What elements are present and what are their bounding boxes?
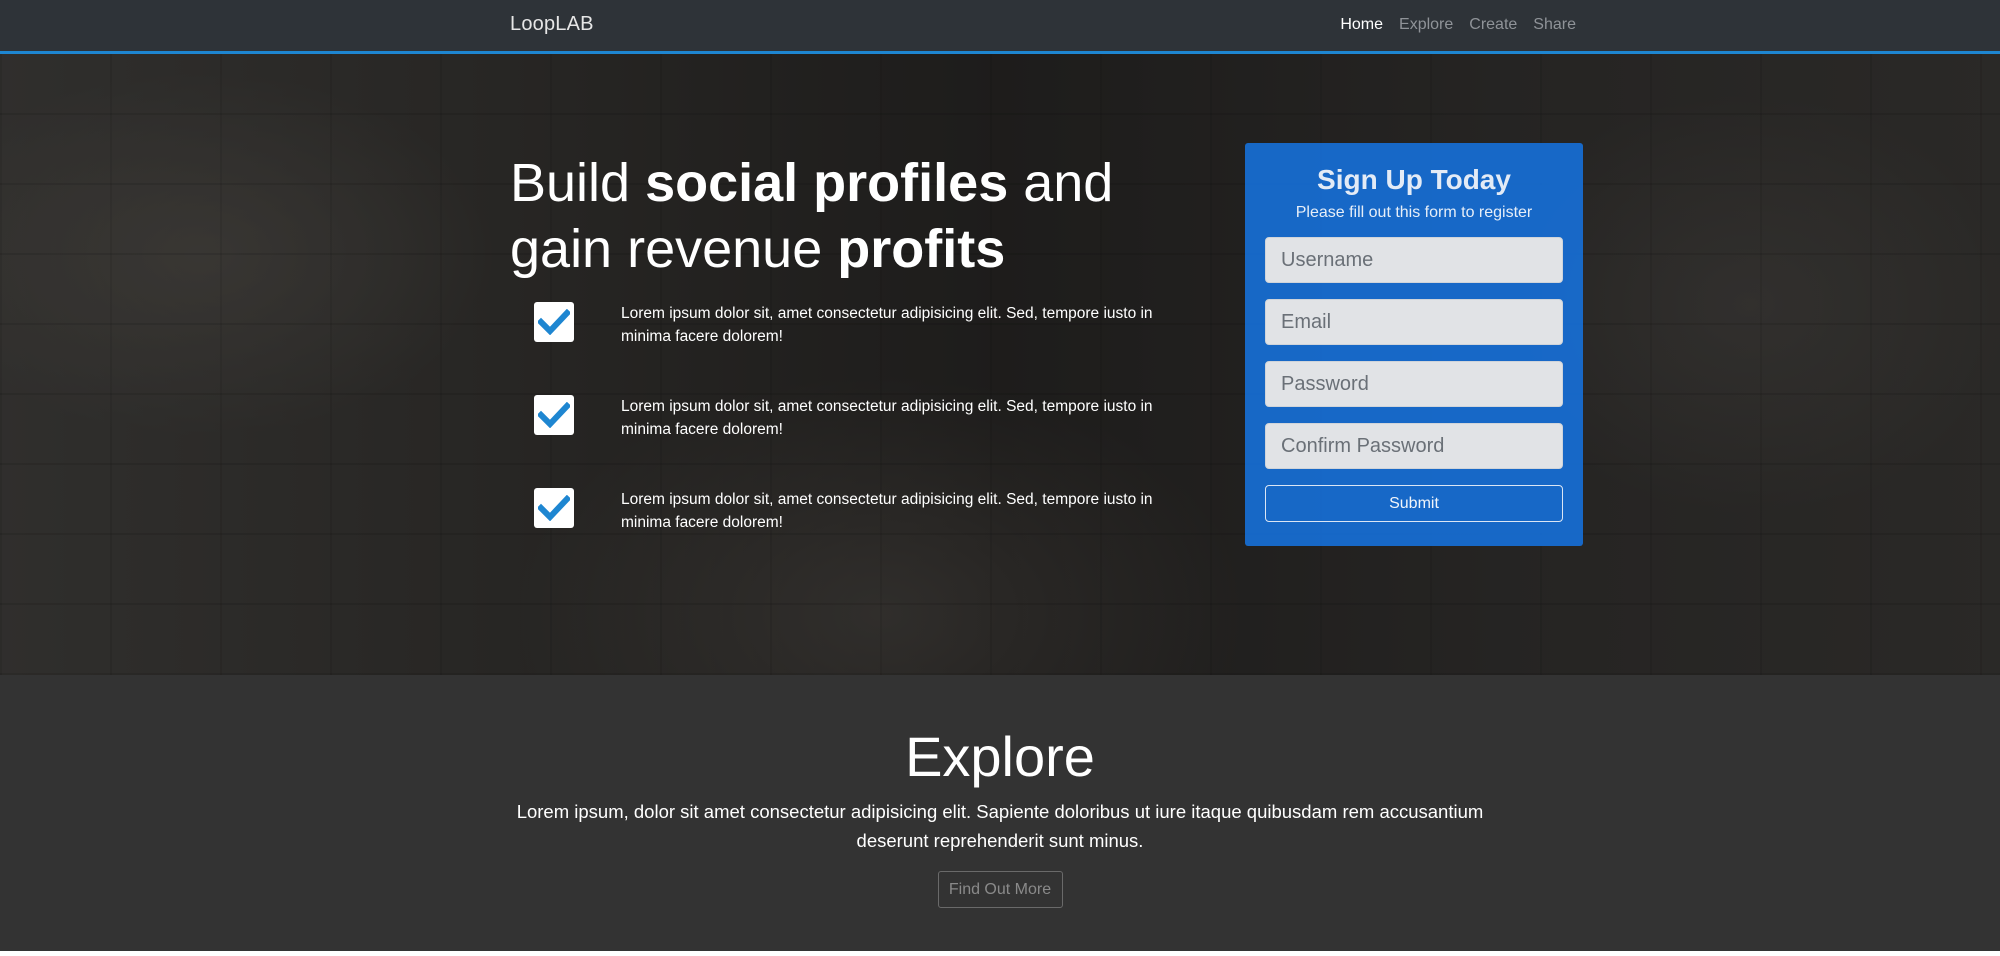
feature-text: Lorem ipsum dolor sit, amet consectetur … [621, 491, 1153, 531]
explore-title: Explore [905, 725, 1095, 788]
check-icon [534, 395, 574, 435]
nav-links: Home Explore Create Share [1340, 16, 1576, 34]
brand-logo[interactable]: LoopLAB [510, 13, 594, 36]
find-out-more-button[interactable]: Find Out More [937, 871, 1063, 908]
navbar: LoopLAB Home Explore Create Share [0, 0, 2000, 54]
hero-title-emphasis: social profiles [645, 153, 1009, 213]
signup-card: Sign Up Today Please fill out this form … [1245, 143, 1583, 546]
email-input[interactable] [1265, 299, 1563, 345]
page-bottom-edge [0, 951, 2000, 956]
feature-item: Lorem ipsum dolor sit, amet consectetur … [534, 302, 1194, 395]
hero-title-emphasis: profits [837, 219, 1006, 279]
nav-link-explore[interactable]: Explore [1399, 16, 1453, 34]
password-input[interactable] [1265, 361, 1563, 407]
check-icon [534, 302, 574, 342]
hero-title: Build social profiles and gain revenue p… [510, 150, 1190, 282]
username-input[interactable] [1265, 237, 1563, 283]
confirm-password-input[interactable] [1265, 423, 1563, 469]
feature-item: Lorem ipsum dolor sit, amet consectetur … [534, 395, 1194, 488]
hero-section: Build social profiles and gain revenue p… [0, 54, 2000, 675]
submit-button[interactable]: Submit [1265, 485, 1563, 522]
explore-section: Explore Lorem ipsum, dolor sit amet cons… [0, 675, 2000, 951]
nav-link-home[interactable]: Home [1340, 16, 1383, 34]
feature-text: Lorem ipsum dolor sit, amet consectetur … [621, 398, 1153, 438]
check-icon [534, 488, 574, 528]
hero-title-part: Build [510, 153, 646, 213]
feature-text: Lorem ipsum dolor sit, amet consectetur … [621, 305, 1153, 345]
signup-title: Sign Up Today [1317, 164, 1511, 195]
nav-link-create[interactable]: Create [1469, 16, 1517, 34]
nav-link-share[interactable]: Share [1533, 16, 1576, 34]
signup-subtitle: Please fill out this form to register [1295, 204, 1533, 221]
explore-text: Lorem ipsum, dolor sit amet consectetur … [516, 801, 1484, 851]
feature-item: Lorem ipsum dolor sit, amet consectetur … [534, 488, 1194, 581]
feature-list: Lorem ipsum dolor sit, amet consectetur … [534, 302, 1194, 581]
